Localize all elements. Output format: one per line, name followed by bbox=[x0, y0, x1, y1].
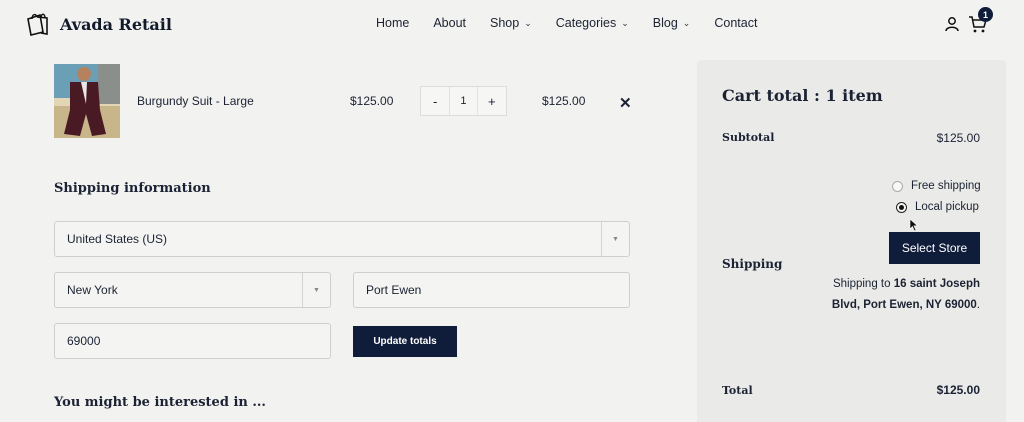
main-nav: Home About Shop ⌄ Categories ⌄ Blog ⌄ Conta… bbox=[376, 16, 781, 30]
remove-item-icon[interactable]: ✕ bbox=[619, 94, 632, 112]
shipping-option-local-pickup[interactable]: Local pickup bbox=[896, 201, 979, 213]
nav-about[interactable]: About bbox=[433, 16, 466, 30]
nav-label: Home bbox=[376, 16, 410, 30]
cart-count-badge: 1 bbox=[978, 7, 993, 22]
radio-checked[interactable] bbox=[896, 201, 907, 213]
cart-total-heading: Cart total : 1 item bbox=[722, 86, 883, 105]
shipping-destination: Shipping to 16 saint Joseph Blvd, Port E… bbox=[830, 274, 980, 316]
product-subtotal: $125.00 bbox=[542, 94, 586, 108]
update-totals-button[interactable]: Update totals bbox=[353, 326, 457, 357]
total-value: $125.00 bbox=[936, 383, 980, 397]
quantity-stepper: - 1 + bbox=[420, 86, 507, 116]
nav-label: Shop bbox=[490, 16, 520, 30]
nav-label: Contact bbox=[714, 16, 758, 30]
chevron-down-icon: ⌄ bbox=[682, 17, 691, 28]
brand-logo[interactable]: Avada Retail bbox=[24, 10, 172, 38]
brand-name: Avada Retail bbox=[60, 14, 172, 34]
mouse-cursor-icon bbox=[909, 218, 919, 232]
nav-blog[interactable]: Blog ⌄ bbox=[653, 16, 691, 30]
site-header: Avada Retail Home About Shop ⌄ Categories… bbox=[0, 0, 1024, 48]
city-input[interactable]: Port Ewen bbox=[353, 272, 630, 308]
country-select[interactable]: United States (US) ▼ bbox=[54, 221, 630, 257]
city-value: Port Ewen bbox=[366, 283, 422, 297]
shopping-bag-icon bbox=[27, 13, 48, 36]
quantity-input[interactable]: 1 bbox=[449, 87, 478, 115]
nav-label: About bbox=[433, 16, 467, 30]
total-label: Total bbox=[722, 384, 753, 397]
user-icon[interactable] bbox=[944, 16, 960, 32]
qty-increase-button[interactable]: + bbox=[478, 87, 506, 115]
ship-to-prefix: Shipping to bbox=[832, 278, 894, 290]
zip-value: 69000 bbox=[67, 334, 101, 348]
select-store-button[interactable]: Select Store bbox=[889, 232, 980, 264]
zip-input[interactable]: 69000 bbox=[54, 323, 331, 359]
recommendations-heading: You might be interested in ... bbox=[54, 395, 266, 410]
dropdown-arrow-icon: ▼ bbox=[302, 273, 330, 307]
state-select[interactable]: New York ▼ bbox=[54, 272, 331, 308]
nav-home[interactable]: Home bbox=[376, 16, 409, 30]
nav-contact[interactable]: Contact bbox=[714, 16, 757, 30]
shipping-option-label: Local pickup bbox=[915, 201, 979, 213]
shipping-option-free[interactable]: Free shipping bbox=[892, 180, 981, 192]
shipping-option-label: Free shipping bbox=[911, 180, 981, 192]
nav-label: Blog bbox=[652, 16, 678, 30]
nav-label: Categories bbox=[555, 16, 617, 30]
shipping-info-heading: Shipping information bbox=[54, 181, 211, 196]
nav-shop[interactable]: Shop ⌄ bbox=[490, 16, 532, 30]
radio-unchecked[interactable] bbox=[892, 180, 903, 192]
qty-decrease-button[interactable]: - bbox=[421, 87, 449, 115]
subtotal-value: $125.00 bbox=[936, 131, 980, 145]
country-value: United States (US) bbox=[67, 232, 168, 246]
product-thumbnail[interactable] bbox=[54, 64, 120, 138]
chevron-down-icon: ⌄ bbox=[524, 17, 532, 28]
nav-categories[interactable]: Categories ⌄ bbox=[556, 16, 629, 30]
product-price: $125.00 bbox=[350, 94, 394, 108]
state-value: New York bbox=[67, 283, 118, 297]
subtotal-label: Subtotal bbox=[722, 131, 775, 144]
dropdown-arrow-icon: ▼ bbox=[601, 222, 629, 256]
ship-to-suffix: . bbox=[976, 299, 980, 311]
product-name[interactable]: Burgundy Suit - Large bbox=[137, 94, 254, 108]
chevron-down-icon: ⌄ bbox=[621, 17, 629, 28]
shipping-label: Shipping bbox=[722, 257, 783, 271]
